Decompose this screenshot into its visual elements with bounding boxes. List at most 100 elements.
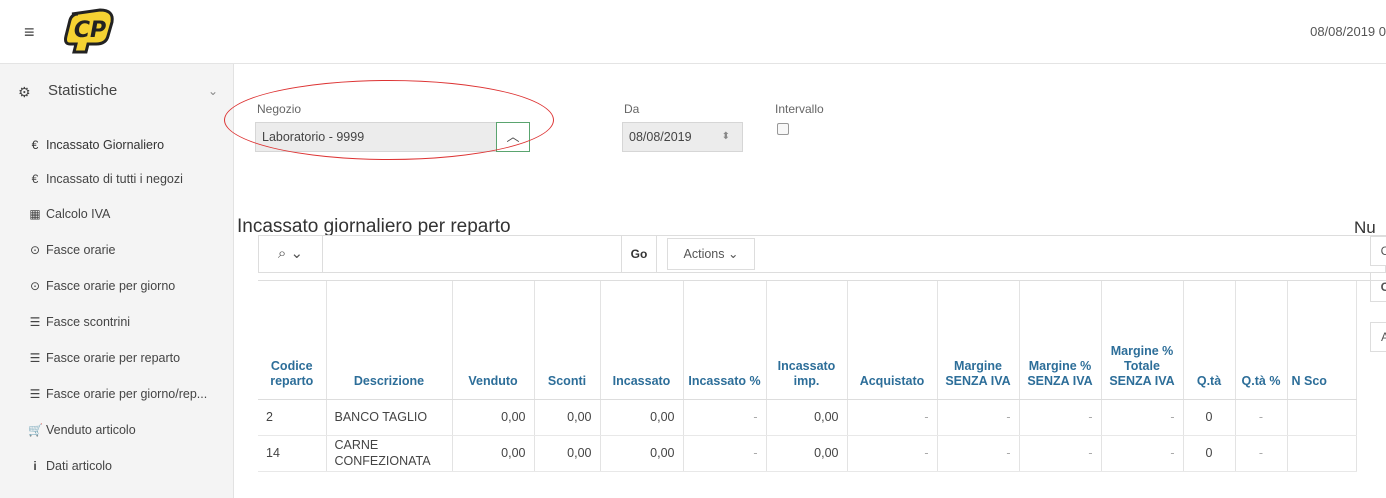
cell: 0,00 bbox=[534, 399, 601, 436]
col-header[interactable]: N Sco bbox=[1287, 281, 1357, 400]
table-row: 2 BANCO TAGLIO 0,00 0,00 0,00 - 0,00 - -… bbox=[258, 399, 1357, 436]
sidebar-item-fasce-scontrini[interactable]: ☰ Fasce scontrini bbox=[28, 313, 233, 349]
sidebar: ⚙ Statistiche ⌄ € Incassato Giornaliero €… bbox=[0, 64, 234, 498]
table-icon: ☰ bbox=[29, 351, 41, 365]
search-input[interactable] bbox=[323, 236, 621, 272]
clock-icon: ⊙ bbox=[29, 243, 41, 257]
col-header[interactable]: Q.tà bbox=[1183, 281, 1236, 400]
cell: 14 bbox=[258, 435, 327, 472]
da-value: 08/08/2019 bbox=[629, 130, 692, 144]
sidebar-item-label: Dati articolo bbox=[46, 459, 112, 473]
cell: - bbox=[1101, 435, 1184, 472]
sidebar-item-label: Incassato Giornaliero bbox=[46, 138, 165, 152]
sidebar-item-label: Fasce orarie per giorno bbox=[46, 279, 176, 293]
sidebar-item-dati-articolo[interactable]: i Dati articolo bbox=[28, 457, 233, 493]
cell: 0,00 bbox=[452, 435, 535, 472]
sidebar-item-label: Incassato di tutti i negozi bbox=[46, 172, 183, 186]
actions-button[interactable]: Actions ⌄ bbox=[667, 238, 755, 270]
cell: 0,00 bbox=[766, 435, 848, 472]
cell: - bbox=[937, 399, 1020, 436]
cell: - bbox=[1019, 435, 1102, 472]
cell: 0 bbox=[1183, 435, 1236, 472]
sidebar-item-label: Fasce orarie per reparto bbox=[46, 351, 181, 365]
col-header[interactable]: Acquistato bbox=[847, 281, 938, 400]
col-header[interactable]: Margine % SENZA IVA bbox=[1019, 281, 1102, 400]
header-date: 08/08/2019 0 bbox=[1310, 24, 1386, 39]
euro-icon: € bbox=[31, 138, 39, 152]
report-toolbar: ⌕ ⌄ Go Actions ⌄ bbox=[258, 235, 1386, 273]
cart-icon: 🛒 bbox=[28, 423, 43, 437]
sidebar-item-label: Fasce orarie per giorno/rep... bbox=[46, 387, 208, 401]
sidebar-item-fasce-orarie[interactable]: ⊙ Fasce orarie bbox=[28, 241, 233, 277]
hamburger-menu-icon[interactable]: ≡ bbox=[24, 22, 35, 43]
annotation-ellipse bbox=[224, 80, 554, 160]
cell: - bbox=[1235, 399, 1288, 436]
cell: 0 bbox=[1183, 399, 1236, 436]
sidebar-item-fasce-orarie-giorno-reparto[interactable]: ☰ Fasce orarie per giorno/rep... bbox=[28, 385, 233, 421]
clock-icon: ⊙ bbox=[29, 279, 41, 293]
intervallo-checkbox[interactable] bbox=[777, 123, 789, 135]
table-row: 14 CARNE CONFEZIONATA 0,00 0,00 0,00 - 0… bbox=[258, 435, 1357, 472]
cell: 0,00 bbox=[766, 399, 848, 436]
sidebar-item-label: Calcolo IVA bbox=[46, 207, 111, 221]
col-header[interactable]: Margine SENZA IVA bbox=[937, 281, 1020, 400]
col-header[interactable]: Sconti bbox=[534, 281, 601, 400]
cell: 2 bbox=[258, 399, 327, 436]
calculator-icon: ▦ bbox=[29, 207, 41, 221]
dashboard-icon: ⚙ bbox=[18, 84, 31, 100]
cell: - bbox=[1101, 399, 1184, 436]
table-header-row: Codice reparto Descrizione Venduto Scont… bbox=[258, 281, 1357, 400]
cell bbox=[1287, 399, 1357, 436]
sidebar-section-statistiche[interactable]: ⚙ Statistiche ⌄ bbox=[18, 82, 218, 106]
table-icon: ☰ bbox=[29, 387, 41, 401]
sidebar-item-venduto-articolo[interactable]: 🛒 Venduto articolo bbox=[28, 421, 233, 457]
sidebar-item-incassato-giornaliero[interactable]: € Incassato Giornaliero bbox=[28, 136, 233, 172]
col-header[interactable]: Incassato % bbox=[683, 281, 767, 400]
col-header[interactable]: Incassato imp. bbox=[766, 281, 848, 400]
spinner-icon[interactable]: ⬍ bbox=[722, 131, 730, 142]
cell: 0,00 bbox=[534, 435, 601, 472]
cell: - bbox=[683, 435, 767, 472]
chevron-down-icon: ⌄ bbox=[207, 84, 218, 98]
cp-logo: CP bbox=[64, 8, 114, 54]
cell: CARNE CONFEZIONATA bbox=[326, 435, 453, 472]
report-table: Codice reparto Descrizione Venduto Scont… bbox=[258, 280, 1386, 498]
intervallo-label: Intervallo bbox=[775, 102, 824, 116]
sidebar-item-incassato-tutti-negozi[interactable]: € Incassato di tutti i negozi bbox=[28, 170, 233, 206]
go-button[interactable]: Go bbox=[621, 236, 657, 272]
actions-label: Actions bbox=[683, 247, 725, 261]
list-icon: ☰ bbox=[29, 315, 41, 329]
sidebar-item-label: Venduto articolo bbox=[46, 423, 136, 437]
sidebar-section-label: Statistiche bbox=[48, 82, 118, 99]
search-icon[interactable]: ⌕ ⌄ bbox=[259, 236, 323, 272]
col-header[interactable]: Descrizione bbox=[326, 281, 453, 400]
cell: - bbox=[937, 435, 1020, 472]
da-label: Da bbox=[624, 102, 640, 116]
sidebar-item-calcolo-iva[interactable]: ▦ Calcolo IVA bbox=[28, 205, 233, 241]
cell bbox=[1287, 435, 1357, 472]
info-icon: i bbox=[33, 459, 37, 473]
main-content: Negozio Laboratorio - 9999 ︿ Da 08/08/20… bbox=[224, 64, 1386, 498]
da-date-field[interactable]: 08/08/2019 ⬍ bbox=[622, 122, 743, 152]
col-header[interactable]: Venduto bbox=[452, 281, 535, 400]
sidebar-item-label: Fasce orarie bbox=[46, 243, 116, 257]
cell: - bbox=[847, 399, 938, 436]
sidebar-item-fasce-orarie-giorno[interactable]: ⊙ Fasce orarie per giorno bbox=[28, 277, 233, 313]
cell: - bbox=[1235, 435, 1288, 472]
cell: 0,00 bbox=[600, 399, 684, 436]
col-header[interactable]: Margine % Totale SENZA IVA bbox=[1101, 281, 1184, 400]
cell: - bbox=[1019, 399, 1102, 436]
col-header[interactable]: Codice reparto bbox=[258, 281, 327, 400]
sidebar-item-label: Fasce scontrini bbox=[46, 315, 131, 329]
top-bar: ≡ CP 08/08/2019 0 bbox=[0, 0, 1386, 64]
cell: BANCO TAGLIO bbox=[326, 399, 453, 436]
col-header[interactable]: Incassato bbox=[600, 281, 684, 400]
sidebar-item-fasce-orarie-reparto[interactable]: ☰ Fasce orarie per reparto bbox=[28, 349, 233, 385]
cell: 0,00 bbox=[600, 435, 684, 472]
cell: 0,00 bbox=[452, 399, 535, 436]
right-button-1[interactable]: C bbox=[1370, 236, 1386, 266]
euro-icon: € bbox=[31, 172, 39, 186]
svg-text:CP: CP bbox=[74, 18, 106, 43]
col-header[interactable]: Q.tà % bbox=[1235, 281, 1288, 400]
cell: - bbox=[683, 399, 767, 436]
